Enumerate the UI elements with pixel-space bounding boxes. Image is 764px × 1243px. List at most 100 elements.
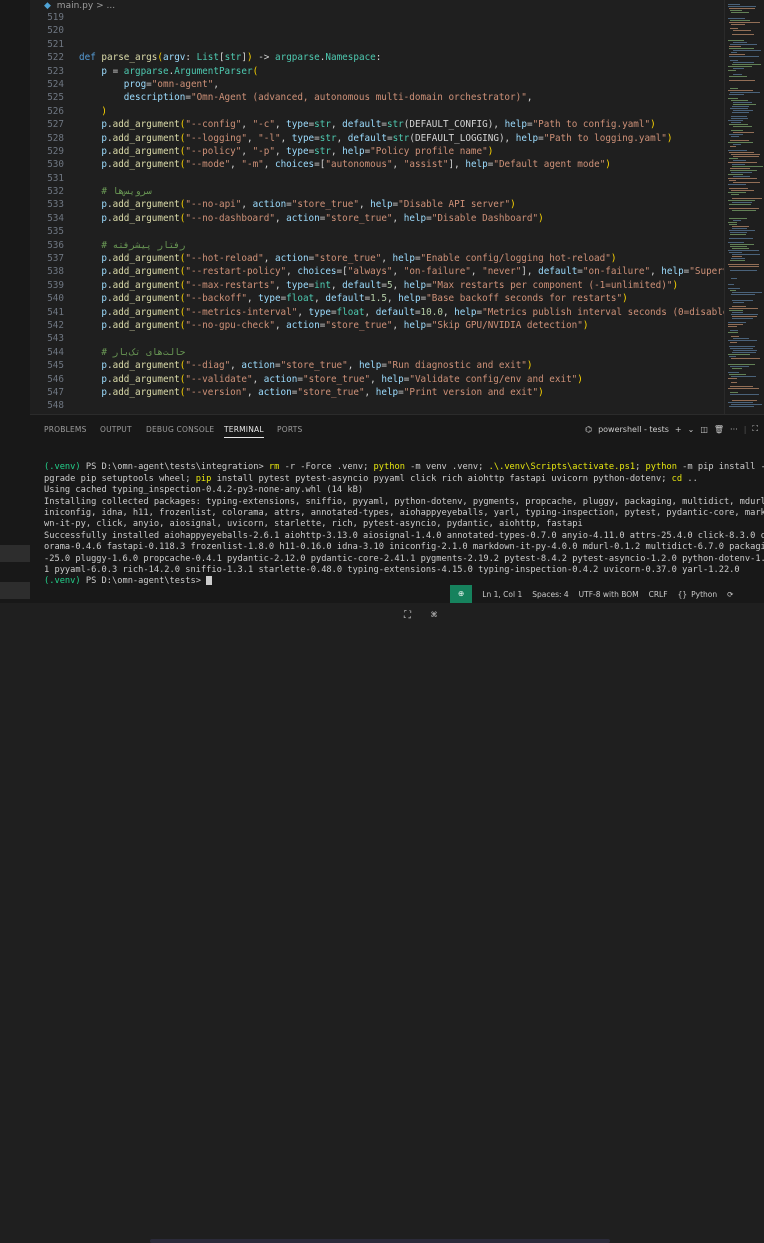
tab-debug-console[interactable]: DEBUG CONSOLE — [146, 425, 214, 434]
trash-icon[interactable]: 🗑 — [714, 425, 724, 434]
minimap-line — [731, 154, 760, 155]
minimap-line — [733, 132, 754, 133]
code-line[interactable]: 548 — [30, 399, 724, 412]
line-text[interactable]: p = argparse.ArgumentParser( — [79, 66, 258, 77]
maximize-icon[interactable]: ⛶ — [752, 424, 758, 434]
line-text[interactable]: p.add_argument("--logging", "-l", type=s… — [79, 133, 672, 144]
code-line[interactable]: 522 def parse_args(argv: List[str]) -> ar… — [30, 51, 724, 64]
code-line[interactable]: 527 p.add_argument("--config", "-c", typ… — [30, 118, 724, 131]
layout-icon[interactable]: ⌘ — [431, 610, 437, 621]
line-text[interactable]: p.add_argument("--no-gpu-check", action=… — [79, 320, 588, 331]
code-line[interactable]: 539 p.add_argument("--max-restarts", typ… — [30, 279, 724, 292]
line-text[interactable]: p.add_argument("--mode", "-m", choices=[… — [79, 159, 611, 170]
code-line[interactable]: 520 — [30, 24, 724, 37]
terminal-line: pgrade pip setuptools wheel; pip install… — [44, 473, 698, 484]
line-text[interactable]: # حالت‌های تک‌بار — [79, 347, 185, 358]
minimap-line — [732, 248, 749, 249]
code-line[interactable]: 538 p.add_argument("--restart-policy", c… — [30, 265, 724, 278]
terminal-icon[interactable]: ⌬ — [585, 425, 592, 434]
line-text[interactable]: p.add_argument("--restart-policy", choic… — [79, 266, 724, 277]
code-line[interactable]: 532 # سرویس‌ها — [30, 185, 724, 198]
line-text[interactable]: p.add_argument("--policy", "-p", type=st… — [79, 146, 493, 157]
status-language[interactable]: Python — [691, 590, 717, 599]
code-line[interactable]: 526 ) — [30, 105, 724, 118]
line-text[interactable]: # سرویس‌ها — [79, 186, 151, 197]
code-line[interactable]: 529 p.add_argument("--policy", "-p", typ… — [30, 145, 724, 158]
code-line[interactable]: 542 p.add_argument("--no-gpu-check", act… — [30, 319, 724, 332]
line-text[interactable]: p.add_argument("--no-dashboard", action=… — [79, 213, 543, 224]
breadcrumb-file[interactable]: main.py — [57, 1, 93, 11]
minimap-line — [732, 306, 746, 307]
code-line[interactable]: 541 p.add_argument("--metrics-interval",… — [30, 306, 724, 319]
minimap[interactable] — [724, 0, 764, 414]
line-text[interactable]: p.add_argument("--backoff", type=float, … — [79, 293, 627, 304]
line-text[interactable]: p.add_argument("--hot-reload", action="s… — [79, 253, 616, 264]
line-text[interactable]: p.add_argument("--validate", action="sto… — [79, 374, 582, 385]
line-text[interactable]: p.add_argument("--diag", action="store_t… — [79, 360, 532, 371]
code-line[interactable]: 545 p.add_argument("--diag", action="sto… — [30, 359, 724, 372]
code-line[interactable]: 525 description="Omn-Agent (advanced, au… — [30, 91, 724, 104]
split-icon[interactable]: ◫ — [700, 425, 708, 434]
minimap-line — [729, 374, 746, 375]
line-text[interactable]: def parse_args(argv: List[str]) -> argpa… — [79, 52, 381, 63]
line-text[interactable]: p.add_argument("--version", action="stor… — [79, 387, 543, 398]
line-text[interactable]: p.add_argument("--max-restarts", type=in… — [79, 280, 678, 291]
code-line[interactable]: 533 p.add_argument("--no-api", action="s… — [30, 198, 724, 211]
minimap-line — [731, 136, 739, 137]
minimap-line — [733, 110, 753, 111]
code-line[interactable]: 521 — [30, 38, 724, 51]
terminal-name[interactable]: powershell - tests — [598, 425, 669, 434]
minimap-line — [728, 18, 745, 19]
tab-output[interactable]: OUTPUT — [100, 425, 132, 434]
minimap-line — [728, 372, 739, 373]
more-icon[interactable]: ··· — [730, 425, 738, 434]
line-text[interactable]: p.add_argument("--config", "-c", type=st… — [79, 119, 655, 130]
status-spaces[interactable]: Spaces: 4 — [532, 590, 568, 599]
minimap-line — [731, 376, 756, 377]
tab-terminal[interactable]: TERMINAL — [224, 425, 264, 438]
tab-ports[interactable]: PORTS — [277, 425, 302, 434]
line-text[interactable]: p.add_argument("--no-api", action="store… — [79, 199, 515, 210]
code-line[interactable]: 523 p = argparse.ArgumentParser( — [30, 65, 724, 78]
line-text[interactable]: prog="omn-agent", — [79, 79, 219, 90]
code-lines[interactable]: 519 520 521 522 def parse_args(argv: List[st… — [30, 11, 724, 413]
copilot-icon[interactable]: ⟳ — [727, 590, 733, 599]
status-encoding[interactable]: UTF-8 with BOM — [579, 590, 639, 599]
code-line[interactable]: 544 # حالت‌های تک‌بار — [30, 346, 724, 359]
code-line[interactable]: 546 p.add_argument("--validate", action=… — [30, 373, 724, 386]
minimap-line — [732, 64, 761, 65]
status-eol[interactable]: CRLF — [649, 590, 668, 599]
screenshot-icon[interactable]: ⛶ — [404, 610, 411, 621]
code-line[interactable]: 535 — [30, 225, 724, 238]
minimap-line — [728, 332, 738, 333]
breadcrumb-more[interactable]: ... — [106, 1, 115, 11]
line-number: 535 — [47, 226, 64, 238]
code-line[interactable]: 528 p.add_argument("--logging", "-l", ty… — [30, 132, 724, 145]
code-editor[interactable]: ◆ main.py > ... 519 520 521 522 def parse_ar… — [30, 0, 724, 414]
status-position[interactable]: Ln 1, Col 1 — [482, 590, 522, 599]
code-line[interactable]: 537 p.add_argument("--hot-reload", actio… — [30, 252, 724, 265]
line-text[interactable]: ) — [79, 106, 107, 117]
line-text[interactable]: description="Omn-Agent (advanced, autono… — [79, 92, 533, 103]
minimap-line — [729, 48, 754, 49]
code-line[interactable]: 519 — [30, 11, 724, 24]
line-text[interactable]: p.add_argument("--metrics-interval", typ… — [79, 307, 724, 318]
terminal-output[interactable]: (.venv) PS D:\omn-agent\tests\integratio… — [44, 451, 764, 588]
code-line[interactable]: 534 p.add_argument("--no-dashboard", act… — [30, 212, 724, 225]
chevron-down-icon[interactable]: ⌄ — [688, 425, 695, 434]
plus-icon[interactable]: + — [675, 425, 682, 434]
taskbar[interactable] — [150, 1239, 610, 1243]
code-line[interactable]: 547 p.add_argument("--version", action="… — [30, 386, 724, 399]
code-line[interactable]: 524 prog="omn-agent", — [30, 78, 724, 91]
code-line[interactable]: 543 — [30, 332, 724, 345]
code-line[interactable]: 540 p.add_argument("--backoff", type=flo… — [30, 292, 724, 305]
tab-problems[interactable]: PROBLEMS — [44, 425, 87, 434]
zoom-icon[interactable]: ⊕ — [450, 585, 473, 603]
line-text[interactable]: # رفتار پیشرفته — [79, 240, 185, 251]
minimap-line — [730, 28, 738, 29]
code-line[interactable]: 531 — [30, 172, 724, 185]
minimap-line — [729, 238, 753, 239]
code-line[interactable]: 536 # رفتار پیشرفته — [30, 239, 724, 252]
minimap-line — [731, 122, 741, 123]
code-line[interactable]: 530 p.add_argument("--mode", "-m", choic… — [30, 158, 724, 171]
